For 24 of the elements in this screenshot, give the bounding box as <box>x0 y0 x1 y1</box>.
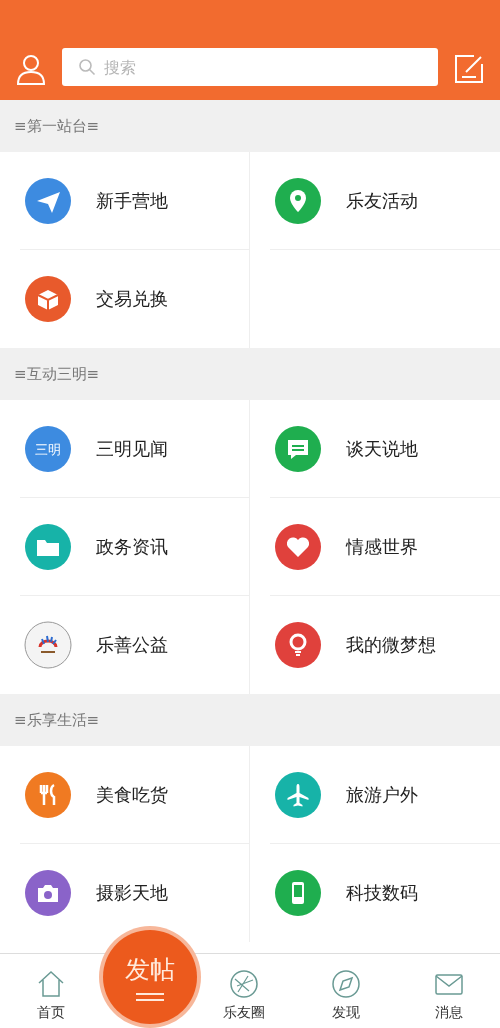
forum-item[interactable]: 谈天说地 <box>250 400 500 498</box>
section-title: ≡互动三明≡ <box>0 348 500 400</box>
section-title: ≡第一站台≡ <box>0 100 500 152</box>
compass-icon <box>330 968 363 1000</box>
forum-item[interactable]: 美食吃货 <box>0 746 250 844</box>
section-title: ≡乐享生活≡ <box>0 694 500 746</box>
forum-item[interactable]: 情感世界 <box>250 498 500 596</box>
badge-icon: 三明 <box>24 425 72 473</box>
search-field[interactable]: 搜索 <box>62 48 438 86</box>
tab[interactable]: 消息 <box>397 954 500 1028</box>
forum-item[interactable]: 我的微梦想 <box>250 596 500 694</box>
double-line-icon <box>136 991 164 1002</box>
tab[interactable]: 首页 <box>0 954 103 1028</box>
edit-icon[interactable] <box>452 52 486 86</box>
forum-item[interactable]: 科技数码 <box>250 844 500 942</box>
forum-item[interactable]: 三明 三明见闻 <box>0 400 250 498</box>
aperture-icon <box>228 968 260 1000</box>
forum-item[interactable]: 乐友活动 <box>250 152 500 250</box>
forum-item[interactable]: 新手营地 <box>0 152 250 250</box>
user-icon[interactable] <box>14 52 48 86</box>
search-icon <box>78 58 96 76</box>
tab[interactable]: 发现 <box>295 954 398 1028</box>
forum-item[interactable]: 政务资讯 <box>0 498 250 596</box>
forum-item[interactable]: 旅游户外 <box>250 746 500 844</box>
